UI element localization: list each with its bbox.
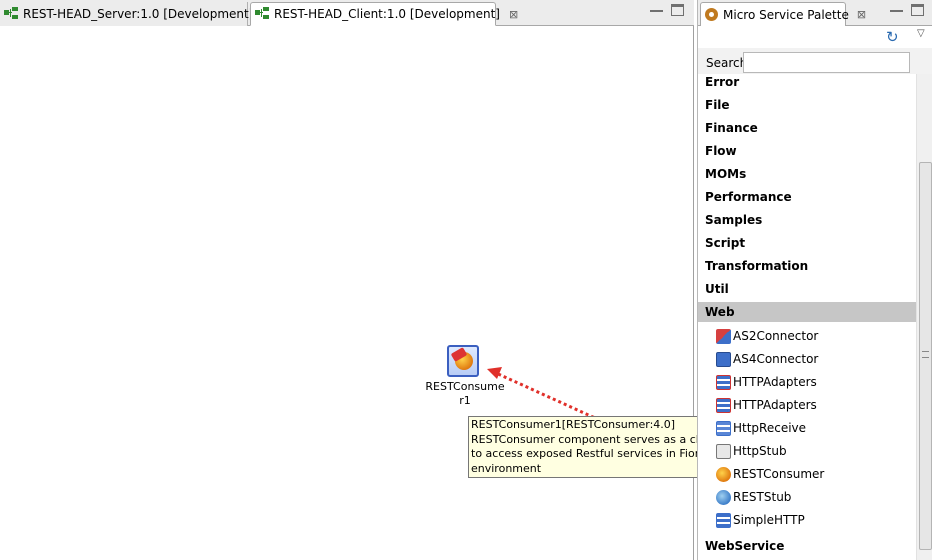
search-input[interactable] [743, 52, 910, 73]
category-webservice[interactable]: WebService [698, 536, 916, 556]
minimize-icon[interactable] [890, 4, 903, 12]
http-adapters-icon [716, 397, 731, 413]
maximize-icon[interactable] [671, 4, 684, 16]
palette-item-label: HttpReceive [733, 421, 807, 435]
rest-stub-icon [716, 489, 731, 505]
as2-connector-icon [716, 328, 731, 344]
tooltip-line: RESTConsumer1[RESTConsumer:4.0] [471, 418, 676, 431]
palette-icon [705, 8, 718, 21]
tab-label: REST-HEAD_Client:1.0 [Development] [274, 7, 500, 21]
minimize-icon[interactable] [650, 4, 663, 12]
http-stub-icon [716, 443, 731, 459]
scrollbar-thumb[interactable] [919, 162, 932, 550]
category-web[interactable]: Web [698, 302, 916, 322]
tooltip-line: RESTConsumer component serves as a clien… [471, 432, 720, 446]
http-adapters-icon [716, 374, 731, 390]
rest-consumer-icon [716, 466, 731, 482]
tooltip-line: to access exposed Restful services in Fi… [471, 447, 720, 460]
palette-item-label: HttpStub [733, 444, 787, 458]
event-process-icon [255, 7, 271, 21]
category-transformation[interactable]: Transformation [698, 256, 916, 276]
palette-item-httpadapters[interactable]: HTTPAdapters [716, 395, 817, 415]
category-error[interactable]: Error [698, 74, 916, 92]
palette-item-httpreceive[interactable]: HttpReceive [716, 418, 806, 438]
palette-item-reststub[interactable]: RESTStub [716, 487, 791, 507]
palette-item-restconsumer[interactable]: RESTConsumer [716, 464, 824, 484]
as4-connector-icon [716, 351, 731, 367]
refresh-icon[interactable]: ↻ [886, 29, 899, 45]
palette-item-simplehttp[interactable]: SimpleHTTP [716, 510, 805, 530]
simple-http-icon [716, 512, 731, 528]
close-palette-icon[interactable]: ⊠ [857, 8, 866, 21]
palette-tree: Error File Finance Flow MOMs Performance… [698, 74, 916, 560]
palette-item-label: AS2Connector [733, 329, 819, 343]
category-script[interactable]: Script [698, 233, 916, 253]
tab-rest-head-server[interactable]: REST-HEAD_Server:1.0 [Development] [0, 2, 253, 26]
category-flow[interactable]: Flow [698, 141, 916, 161]
editor-tab-bar: REST-HEAD_Server:1.0 [Development] REST-… [0, 0, 694, 26]
palette-item-label: HTTPAdapters [733, 375, 817, 389]
palette-item-httpadapters[interactable]: HTTPAdapters [716, 372, 817, 392]
palette-tab-bar: Micro Service Palette ⊠ [698, 0, 932, 26]
scrollbar-grip-icon [922, 351, 929, 358]
palette-item-label: HTTPAdapters [733, 398, 817, 412]
category-moms[interactable]: MOMs [698, 164, 916, 184]
palette-item-as4connector[interactable]: AS4Connector [716, 349, 818, 369]
palette-title: Micro Service Palette [723, 7, 849, 22]
http-receive-icon [716, 420, 731, 436]
palette-item-label: RESTConsumer [733, 467, 825, 481]
palette-item-label: SimpleHTTP [733, 513, 805, 527]
component-tooltip: RESTConsumer1[RESTConsumer:4.0] RESTCons… [468, 416, 720, 478]
tab-rest-head-client[interactable]: REST-HEAD_Client:1.0 [Development] ⊠ [250, 2, 518, 26]
rest-consumer-icon[interactable] [447, 345, 479, 377]
category-util[interactable]: Util [698, 279, 916, 299]
palette-item-as2connector[interactable]: AS2Connector [716, 326, 818, 346]
palette-scrollbar[interactable] [916, 74, 932, 560]
category-finance[interactable]: Finance [698, 118, 916, 138]
palette-item-label: RESTStub [733, 490, 792, 504]
component-label: RESTConsumer1 [425, 380, 505, 407]
tab-micro-service-palette[interactable]: Micro Service Palette ⊠ [700, 2, 866, 26]
palette-toolbar: ↻ ▽ [698, 26, 932, 48]
palette-item-label: AS4Connector [733, 352, 819, 366]
close-tab-icon[interactable]: ⊠ [509, 8, 518, 21]
tooltip-line: environment [471, 461, 542, 475]
event-process-icon [4, 7, 20, 21]
palette-item-httpstub[interactable]: HttpStub [716, 441, 787, 461]
category-samples[interactable]: Samples [698, 210, 916, 230]
maximize-icon[interactable] [911, 4, 924, 16]
view-menu-icon[interactable]: ▽ [917, 28, 925, 39]
micro-service-palette: Micro Service Palette ⊠ ↻ ▽ Search Error… [697, 0, 932, 560]
category-file[interactable]: File [698, 95, 916, 115]
tab-label: REST-HEAD_Server:1.0 [Development] [23, 7, 254, 21]
category-performance[interactable]: Performance [698, 187, 916, 207]
search-label: Search [706, 56, 748, 70]
